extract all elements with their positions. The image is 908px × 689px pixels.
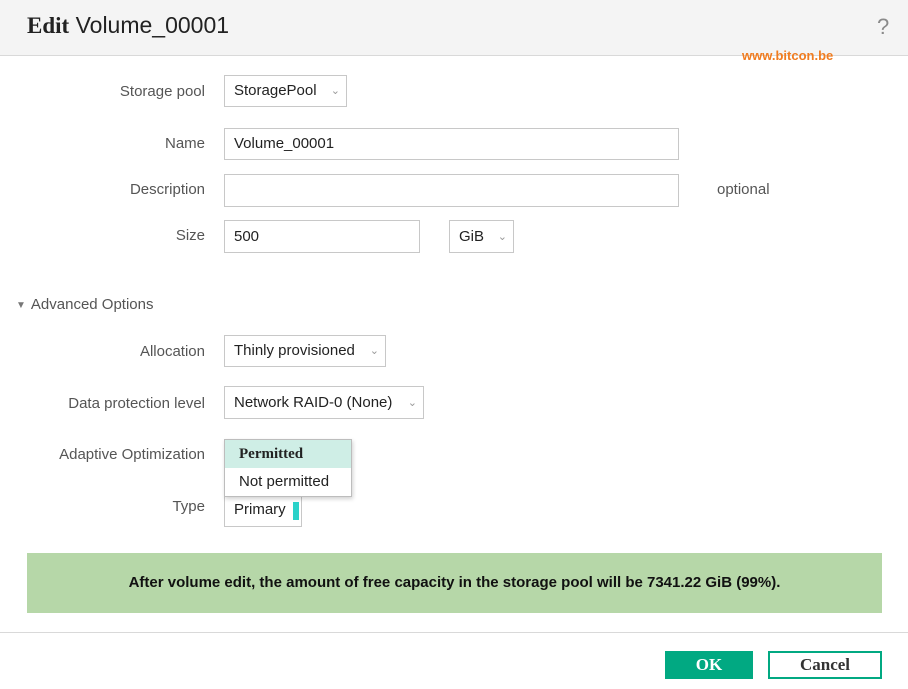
chevron-down-icon: ⌄ bbox=[330, 85, 340, 97]
advanced-options-label: Advanced Options bbox=[30, 296, 154, 313]
footer-divider bbox=[0, 632, 908, 633]
chevron-down-icon: ⌄ bbox=[497, 230, 507, 243]
data-protection-label: Data protection level bbox=[68, 395, 205, 412]
name-input[interactable]: Volume_00001 bbox=[224, 128, 679, 160]
data-protection-value: Network RAID-0 (None) bbox=[234, 394, 393, 411]
storage-pool-label: Storage pool bbox=[119, 83, 205, 100]
type-label: Type bbox=[172, 498, 205, 515]
watermark-text: www.bitcon.be bbox=[742, 48, 834, 63]
triangle-down-icon: ▼ bbox=[16, 300, 26, 311]
type-value: Primary bbox=[234, 501, 286, 518]
help-icon[interactable]: ? bbox=[877, 14, 889, 40]
size-label: Size bbox=[175, 227, 205, 244]
name-label: Name bbox=[164, 135, 205, 152]
data-protection-select[interactable]: Network RAID-0 (None) ⌄ bbox=[224, 386, 424, 419]
dialog-title-name: Volume_00001 bbox=[75, 12, 230, 38]
cancel-button[interactable]: Cancel bbox=[768, 651, 882, 679]
chevron-down-icon: ⌄ bbox=[369, 345, 379, 357]
dropdown-option-not-permitted[interactable]: Not permitted bbox=[225, 468, 351, 496]
allocation-value: Thinly provisioned bbox=[234, 342, 355, 359]
dialog-title: Edit Volume_00001 bbox=[27, 12, 229, 39]
storage-pool-value: StoragePool bbox=[234, 82, 317, 99]
type-indicator bbox=[293, 502, 299, 520]
name-input-value: Volume_00001 bbox=[234, 135, 335, 152]
size-input-value: 500 bbox=[234, 228, 260, 245]
description-input[interactable] bbox=[224, 174, 679, 207]
ok-button[interactable]: OK bbox=[665, 651, 753, 679]
allocation-label: Allocation bbox=[139, 343, 205, 360]
size-unit-select[interactable]: GiB ⌄ bbox=[449, 220, 514, 253]
type-select[interactable]: Primary bbox=[224, 492, 302, 527]
chevron-down-icon: ⌄ bbox=[407, 396, 417, 409]
adaptive-optimization-label: Adaptive Optimization bbox=[59, 446, 205, 463]
description-optional-hint: optional bbox=[717, 181, 770, 198]
dialog-title-verb: Edit bbox=[27, 13, 70, 38]
size-input[interactable]: 500 bbox=[224, 220, 420, 253]
adaptive-optimization-dropdown: Permitted Not permitted bbox=[224, 439, 352, 497]
allocation-select[interactable]: Thinly provisioned ⌄ bbox=[224, 335, 386, 367]
advanced-options-toggle[interactable]: ▼ Advanced Options bbox=[16, 296, 153, 313]
size-unit-value: GiB bbox=[459, 228, 485, 245]
dropdown-option-permitted[interactable]: Permitted bbox=[225, 440, 351, 468]
storage-pool-select[interactable]: StoragePool ⌄ bbox=[224, 75, 347, 107]
description-label: Description bbox=[129, 181, 205, 198]
free-capacity-banner: After volume edit, the amount of free ca… bbox=[27, 553, 882, 613]
